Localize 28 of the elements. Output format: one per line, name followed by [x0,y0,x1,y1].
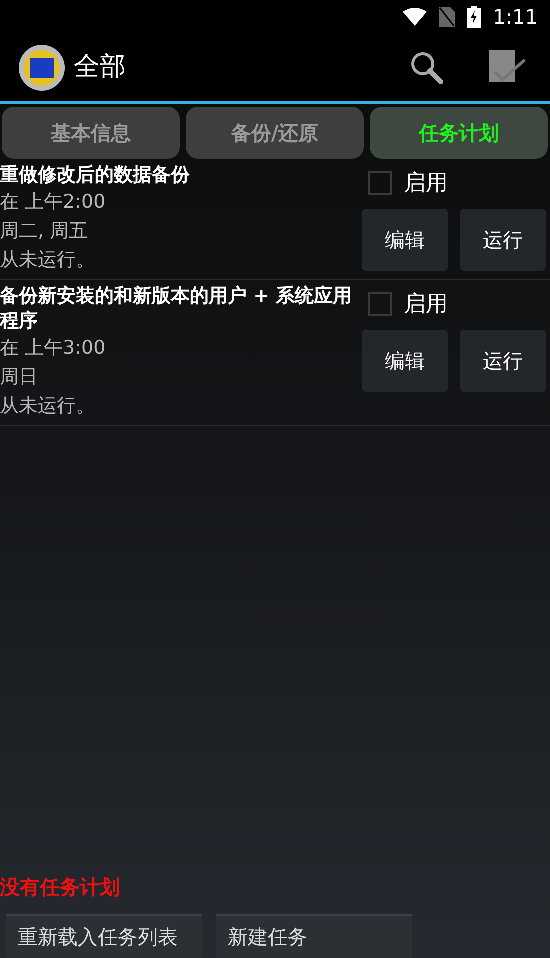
tab[interactable]: 任务计划 [370,107,548,159]
edit-button[interactable]: 编辑 [362,209,448,271]
schedule-time: 在 上午3:00 [0,336,107,361]
schedule-time: 在 上午2:00 [0,190,107,215]
footer-button[interactable]: 新建任务 [216,914,412,958]
enable-label: 启用 [404,290,448,318]
run-button[interactable]: 运行 [460,209,546,271]
enable-checkbox[interactable] [368,292,392,316]
tab[interactable]: 备份/还原 [186,107,364,159]
app-title: 全部 [74,51,126,84]
clock: 1:11 [493,4,538,31]
search-icon [409,50,445,86]
schedule-days: 周日 [0,363,362,392]
run-button[interactable]: 运行 [460,330,546,392]
empty-message: 没有任务计划 [0,874,121,901]
wifi-icon [403,8,428,26]
schedule-days: 周二, 周五 [0,217,362,246]
schedule-last-run: 从未运行。 [0,248,96,273]
schedule-title: 重做修改后的数据备份 [0,163,191,188]
battery-icon [467,6,482,28]
footer-button[interactable]: 重新载入任务列表 [6,914,202,958]
no-sim-icon [439,7,456,27]
edit-button[interactable]: 编辑 [362,330,448,392]
schedule-last-run: 从未运行。 [0,394,96,419]
enable-checkbox[interactable] [368,171,392,195]
app-logo-icon [18,44,66,92]
tab[interactable]: 基本信息 [2,107,180,159]
enable-label: 启用 [404,170,448,198]
